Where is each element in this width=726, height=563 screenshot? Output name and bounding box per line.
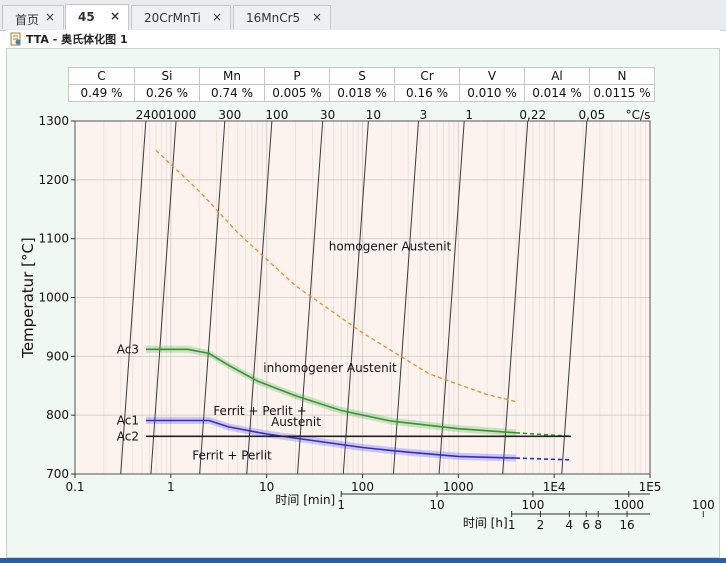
heating-rate-label: 1: [465, 108, 473, 122]
heating-rate-label: 10: [366, 108, 381, 122]
heating-rate-label: 30: [320, 108, 335, 122]
minutes-tick-label: 100: [521, 498, 544, 512]
hours-tick-label: 4: [566, 518, 574, 532]
y-tick-label: 1100: [38, 232, 69, 246]
heating-rate-label: 3: [420, 108, 428, 122]
region-annotation: Ferrit + Perlit: [192, 448, 272, 462]
minutes-tick-label: 1000: [613, 498, 644, 512]
y-tick-label: 800: [46, 408, 69, 422]
minutes-tick-label: 1: [337, 498, 345, 512]
y-axis-label: Temperatur [°C]: [19, 237, 37, 359]
curve-label: Ac3: [117, 342, 139, 356]
heating-rate-label: 2400: [136, 108, 167, 122]
y-tick-label: 1000: [38, 291, 69, 305]
hours-tick-label: 6: [582, 518, 590, 532]
curve-label: Ac1: [117, 413, 139, 427]
region-annotation: Austenit: [271, 415, 321, 429]
x-tick-label: 100: [351, 480, 374, 494]
y-tick-label: 900: [46, 349, 69, 363]
region-annotation: homogener Austenit: [329, 239, 452, 253]
minutes-axis-label: 时间 [min]: [275, 493, 335, 507]
heating-rate-label: 1000: [166, 108, 197, 122]
heating-rate-label: 0,22: [519, 108, 546, 122]
heating-rate-label: 0,05: [579, 108, 606, 122]
x-tick-label: 1E4: [543, 480, 566, 494]
y-tick-label: 1200: [38, 173, 69, 187]
austenitization-chart: 2400 1000 300 100 30 10 3 1 0,22 0,05 °C/s70080090…: [19, 108, 715, 532]
y-tick-label: 1300: [38, 114, 69, 128]
hours-tick-label: 16: [619, 518, 634, 532]
heating-rate-label: 100: [265, 108, 288, 122]
x-tick-label: 1000: [443, 480, 474, 494]
status-strip: [0, 558, 726, 563]
hours-tick-label: 100: [692, 498, 715, 512]
minutes-tick-label: 10: [429, 498, 444, 512]
hours-axis-label: 时间 [h]: [463, 516, 508, 530]
x-tick-label: 10: [259, 480, 274, 494]
hours-tick-label: 2: [537, 518, 545, 532]
curve-label: Ac2: [117, 429, 139, 443]
x-tick-label: 1E5: [639, 480, 662, 494]
hours-tick-label: 8: [594, 518, 602, 532]
x-tick-label: 0.1: [65, 480, 84, 494]
x-tick-label: 1: [167, 480, 175, 494]
heating-rate-unit-label: °C/s: [626, 108, 651, 122]
y-tick-label: 700: [46, 467, 69, 481]
heating-rate-label: 300: [218, 108, 241, 122]
hours-tick-label: 1: [508, 518, 516, 532]
region-annotation: inhomogener Austenit: [263, 361, 397, 375]
